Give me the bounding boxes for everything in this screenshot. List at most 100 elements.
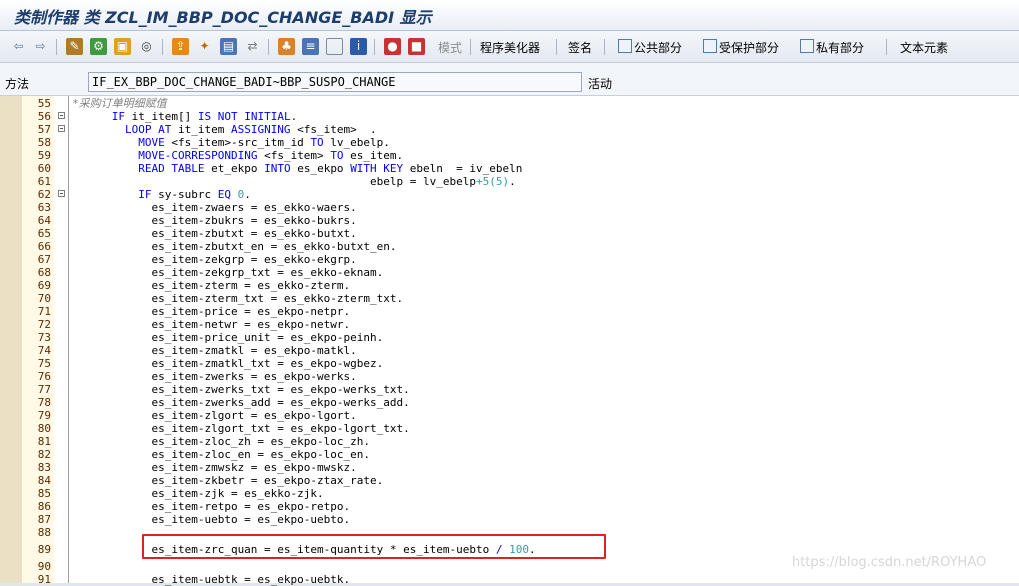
code-token: es_item-netwr = es_ekpo-netwr. — [72, 318, 351, 331]
code-token: . — [509, 175, 516, 188]
code-line[interactable]: 62 IF sy-subrc EQ 0. — [0, 188, 1019, 201]
code-editor[interactable]: 55 *采购订单明细赋值 56 IF it_item[] IS NOT INITIA… — [0, 96, 1019, 586]
code-text: es_item-retpo = es_ekpo-retpo. — [72, 500, 350, 513]
code-text: es_item-zlgort_txt = es_ekpo-lgort_txt. — [72, 422, 409, 435]
display-object-list-icon[interactable]: ✦ — [196, 38, 213, 55]
line-number: 73 — [37, 331, 51, 344]
enhance-icon[interactable]: ⇄ — [244, 38, 261, 55]
code-text: es_item-zekgrp = es_ekko-ekgrp. — [72, 253, 357, 266]
line-number: 81 — [37, 435, 51, 448]
method-name-field[interactable]: IF_EX_BBP_DOC_CHANGE_BADI~BBP_SUSPO_CHAN… — [88, 72, 582, 92]
where-used-icon[interactable]: ⇪ — [172, 38, 189, 55]
code-token: IF — [138, 188, 152, 201]
info-icon[interactable]: i — [350, 38, 367, 55]
line-number: 68 — [37, 266, 51, 279]
code-line[interactable]: 86 es_item-retpo = es_ekpo-retpo. — [0, 500, 1019, 513]
breakpoint-icon[interactable]: ● — [384, 38, 401, 55]
signature-button[interactable]: 签名 — [568, 39, 592, 56]
protected-section-button[interactable]: 受保护部分 — [719, 39, 779, 56]
code-line[interactable]: 72 es_item-netwr = es_ekpo-netwr. — [0, 318, 1019, 331]
code-token: EQ — [217, 188, 231, 201]
private-section-button[interactable]: 私有部分 — [816, 39, 864, 56]
code-line[interactable]: 63 es_item-zwaers = es_ekko-waers. — [0, 201, 1019, 214]
public-section-button[interactable]: 公共部分 — [634, 39, 682, 56]
code-line[interactable]: 70 es_item-zterm_txt = es_ekko-zterm_txt… — [0, 292, 1019, 305]
fold-toggle-icon[interactable] — [58, 190, 65, 197]
code-line[interactable]: 79 es_item-zlgort = es_ekpo-lgort. — [0, 409, 1019, 422]
pretty-print-icon[interactable]: ≡ — [302, 38, 319, 55]
code-line[interactable]: 77 es_item-zwerks_txt = es_ekpo-werks_tx… — [0, 383, 1019, 396]
code-line[interactable]: 64 es_item-zbukrs = es_ekko-bukrs. — [0, 214, 1019, 227]
code-line[interactable]: 81 es_item-zloc_zh = es_ekpo-loc_zh. — [0, 435, 1019, 448]
code-line[interactable]: 55 *采购订单明细赋值 — [0, 97, 1019, 110]
code-text: ebelp = lv_ebelp+5(5). — [72, 175, 516, 188]
code-line[interactable]: 83 es_item-zmwskz = es_ekpo-mwskz. — [0, 461, 1019, 474]
code-token: es_item-zwerks = es_ekpo-werks. — [72, 370, 357, 383]
fold-toggle-icon[interactable] — [58, 125, 65, 132]
code-line[interactable]: 61 ebelp = lv_ebelp+5(5). — [0, 175, 1019, 188]
code-line[interactable]: 60 READ TABLE et_ekpo INTO es_ekpo WITH … — [0, 162, 1019, 175]
section-icon — [703, 39, 717, 53]
code-line[interactable]: 69 es_item-zterm = es_ekko-zterm. — [0, 279, 1019, 292]
stop-icon[interactable]: ■ — [408, 38, 425, 55]
edit-toggle-icon[interactable]: ✎ — [66, 38, 83, 55]
code-line[interactable]: 65 es_item-zbutxt = es_ekko-butxt. — [0, 227, 1019, 240]
code-text: es_item-zloc_en = es_ekpo-loc_en. — [72, 448, 370, 461]
text-elements-button[interactable]: 文本元素 — [900, 39, 948, 56]
code-token: INTO — [264, 162, 291, 175]
line-number: 75 — [37, 357, 51, 370]
mode-button[interactable]: 模式 — [438, 39, 462, 56]
code-line[interactable]: 84 es_item-zkbetr = es_ekpo-ztax_rate. — [0, 474, 1019, 487]
code-text: es_item-zmatkl_txt = es_ekpo-wgbez. — [72, 357, 383, 370]
code-line[interactable]: 59 MOVE-CORRESPONDING <fs_item> TO es_it… — [0, 149, 1019, 162]
section-icon — [800, 39, 814, 53]
line-number: 63 — [37, 201, 51, 214]
other-object-icon[interactable]: ⚙ — [90, 38, 107, 55]
line-number: 87 — [37, 513, 51, 526]
code-text: es_item-zwerks = es_ekpo-werks. — [72, 370, 357, 383]
code-line[interactable]: 91 es_item-uebtk = es_ekpo-uebtk. — [0, 573, 1019, 586]
check-icon[interactable]: ◎ — [138, 38, 155, 55]
code-line[interactable]: 85 es_item-zjk = es_ekko-zjk. — [0, 487, 1019, 500]
code-line[interactable]: 73 es_item-price_unit = es_ekpo-peinh. — [0, 331, 1019, 344]
code-line[interactable]: 82 es_item-zloc_en = es_ekpo-loc_en. — [0, 448, 1019, 461]
fold-toggle-icon[interactable] — [58, 112, 65, 119]
code-line[interactable]: 71 es_item-price = es_ekpo-netpr. — [0, 305, 1019, 318]
code-token: READ TABLE — [138, 162, 205, 175]
code-line[interactable]: 56 IF it_item[] IS NOT INITIAL. — [0, 110, 1019, 123]
code-line[interactable]: 76 es_item-zwerks = es_ekpo-werks. — [0, 370, 1019, 383]
code-text: es_item-zwerks_add = es_ekpo-werks_add. — [72, 396, 409, 409]
hierarchy-icon[interactable]: ♣ — [278, 38, 295, 55]
code-token: it_item — [171, 123, 231, 136]
navigate-icon[interactable]: ▤ — [220, 38, 237, 55]
code-line[interactable]: 66 es_item-zbutxt_en = es_ekko-butxt_en. — [0, 240, 1019, 253]
code-text: es_item-netwr = es_ekpo-netwr. — [72, 318, 350, 331]
code-line[interactable]: 87 es_item-uebto = es_ekpo-uebto. — [0, 513, 1019, 526]
fullscreen-icon[interactable] — [326, 38, 343, 55]
code-text: IF it_item[] IS NOT INITIAL. — [72, 110, 297, 123]
code-line[interactable]: 78 es_item-zwerks_add = es_ekpo-werks_ad… — [0, 396, 1019, 409]
code-line[interactable]: 75 es_item-zmatkl_txt = es_ekpo-wgbez. — [0, 357, 1019, 370]
code-line[interactable]: 58 MOVE <fs_item>-src_itm_id TO lv_ebelp… — [0, 136, 1019, 149]
line-number: 85 — [37, 487, 51, 500]
back-arrow-icon[interactable]: ⇦ — [10, 38, 27, 55]
code-token: IF — [111, 110, 125, 123]
code-token: MOVE — [138, 136, 165, 149]
code-token: es_item-zekgrp = es_ekko-ekgrp. — [72, 253, 357, 266]
code-line[interactable]: 57 LOOP AT it_item ASSIGNING <fs_item> . — [0, 123, 1019, 136]
toolbar-separator — [268, 39, 269, 55]
code-text: IF sy-subrc EQ 0. — [72, 188, 251, 201]
code-token: es_item-zmatkl = es_ekpo-matkl. — [72, 344, 357, 357]
code-line[interactable]: 68 es_item-zekgrp_txt = es_ekko-eknam. — [0, 266, 1019, 279]
code-token: es_item-zmatkl_txt = es_ekpo-wgbez. — [72, 357, 384, 370]
code-line[interactable]: 74 es_item-zmatkl = es_ekpo-matkl. — [0, 344, 1019, 357]
forward-arrow-icon[interactable]: ⇨ — [32, 38, 49, 55]
code-text: es_item-zlgort = es_ekpo-lgort. — [72, 409, 356, 422]
pretty-printer-button[interactable]: 程序美化器 — [480, 39, 540, 56]
activate-icon[interactable]: ▣ — [114, 38, 131, 55]
code-line[interactable]: 80 es_item-zlgort_txt = es_ekpo-lgort_tx… — [0, 422, 1019, 435]
code-line[interactable]: 67 es_item-zekgrp = es_ekko-ekgrp. — [0, 253, 1019, 266]
